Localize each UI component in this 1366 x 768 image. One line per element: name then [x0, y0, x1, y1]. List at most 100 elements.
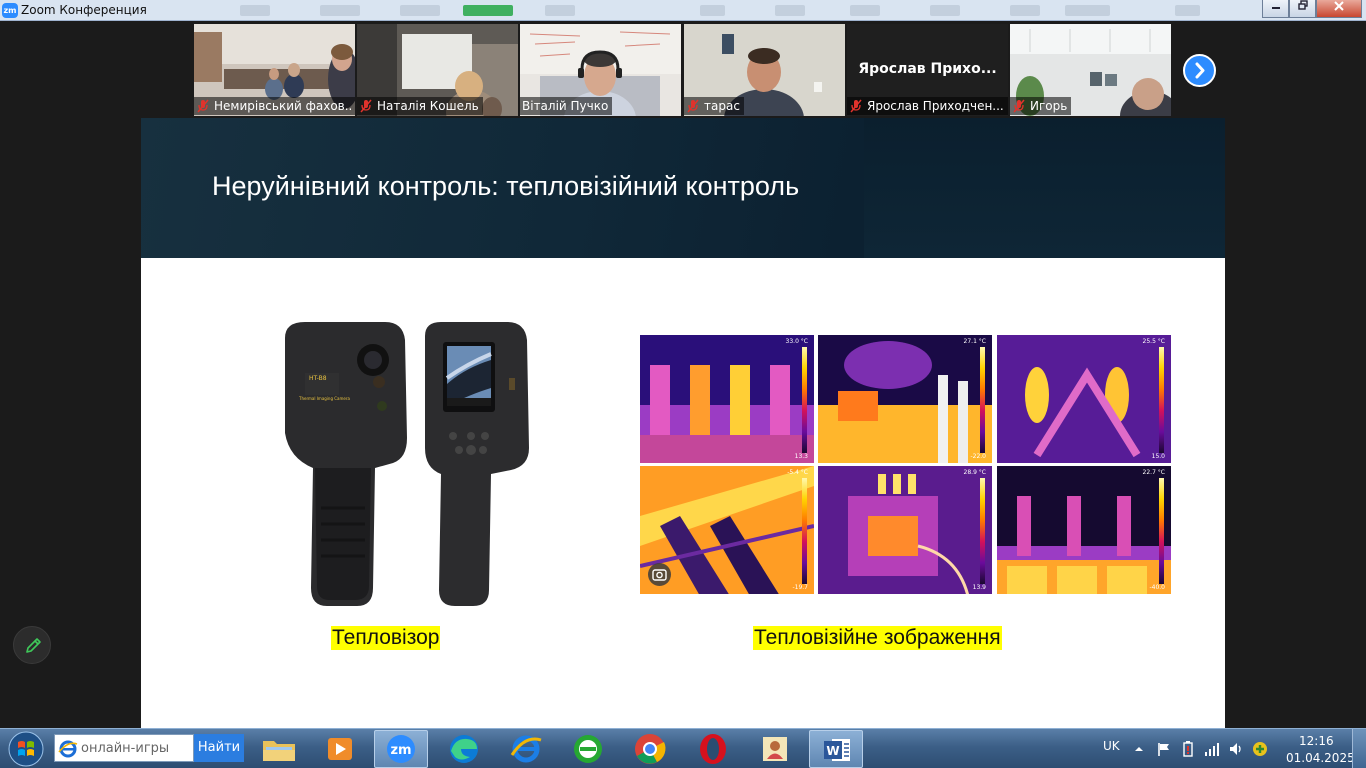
- zoom-taskbar-label: zm: [390, 743, 411, 758]
- show-desktop-button[interactable]: [1352, 729, 1366, 768]
- caption-thermal-image: Тепловізійне зображення: [753, 626, 1002, 650]
- participant-tile[interactable]: тарас: [684, 24, 845, 116]
- network-signal-icon[interactable]: [1204, 741, 1220, 757]
- taskbar-green-browser[interactable]: [561, 730, 615, 768]
- action-center-flag-icon[interactable]: [1156, 741, 1172, 757]
- word-taskbar-label: W: [826, 744, 839, 758]
- caption-thermal-camera: Тепловізор: [331, 626, 441, 650]
- media-player-icon: [328, 738, 352, 760]
- title-bar-item: [545, 5, 575, 16]
- participant-name-bar: Наталія Кошель: [357, 96, 518, 116]
- clock-date[interactable]: 01.04.2025: [1286, 751, 1355, 765]
- chevron-right-icon: [1195, 62, 1205, 79]
- title-bar-item: [1065, 5, 1110, 16]
- thermal-images-grid: 33.0 °C 13.3 27.1 °C -22.0 25.5 °C 15.0 …: [640, 335, 1172, 596]
- temperature-max: -5.4 °C: [787, 469, 808, 476]
- temperature-max: 28.9 °C: [963, 469, 986, 476]
- taskbar-chrome[interactable]: [623, 730, 677, 768]
- participant-tile[interactable]: Немирівський фахов...: [194, 24, 355, 116]
- close-icon: [1334, 1, 1344, 11]
- taskbar-word[interactable]: W: [809, 730, 863, 768]
- title-bar-item: [1175, 5, 1200, 16]
- close-button[interactable]: [1316, 0, 1362, 18]
- participant-tile-active-speaker[interactable]: Віталій Пучко: [520, 24, 681, 116]
- chrome-icon: [635, 734, 666, 764]
- next-page-button[interactable]: [1183, 54, 1216, 87]
- taskbar-explorer[interactable]: [252, 730, 306, 768]
- window-controls: [1262, 0, 1362, 18]
- thermal-camera-image: HT-B8 Thermal Imaging Camera: [285, 322, 529, 606]
- participant-name-bar: Игорь: [1010, 96, 1171, 116]
- pencil-icon: [26, 638, 41, 653]
- windows-taskbar: онлайн-игры Найти zm W UK 12:16 01.04.20…: [0, 728, 1366, 768]
- participant-name-bar: Немирівський фахов...: [194, 96, 355, 116]
- power-warning-icon[interactable]: [1180, 740, 1196, 758]
- search-input[interactable]: онлайн-игры: [81, 741, 169, 756]
- zoom-icon: zm: [387, 735, 415, 763]
- internet-explorer-icon: [510, 735, 542, 763]
- title-bar-item: [1010, 5, 1040, 16]
- title-bar-item: [700, 5, 725, 16]
- participant-name-bar: Ярослав Приходчен...: [847, 96, 1008, 116]
- participant-name-bar: Віталій Пучко: [520, 96, 681, 116]
- folder-icon: [263, 741, 295, 761]
- taskbar-zoom[interactable]: zm: [374, 730, 428, 768]
- taskbar-contacts-app[interactable]: [748, 730, 802, 768]
- shared-screen-slide: Неруйнівний контроль: тепловізійний конт…: [141, 118, 1225, 728]
- restore-button[interactable]: [1289, 0, 1316, 18]
- mic-muted-icon: [687, 99, 699, 113]
- taskbar-internet-explorer[interactable]: [499, 730, 553, 768]
- annotate-button[interactable]: [13, 626, 51, 664]
- show-hidden-icons-icon[interactable]: [1133, 743, 1145, 755]
- window-title-bar: zm Zoom Конференция: [0, 0, 1366, 21]
- temperature-max: 25.5 °C: [1142, 338, 1165, 345]
- contact-card-icon: [763, 737, 787, 761]
- participant-gallery: Немирівський фахов... Наталія Кошель Віт…: [194, 24, 1172, 116]
- taskbar-edge[interactable]: [437, 730, 491, 768]
- temperature-min: 15.0: [1151, 453, 1165, 460]
- input-language-indicator[interactable]: UK: [1103, 739, 1120, 753]
- title-bar-item: [930, 5, 960, 16]
- title-bar-item: [463, 5, 513, 16]
- participant-name-bar: тарас: [684, 96, 845, 116]
- window-title: Zoom Конференция: [21, 3, 147, 17]
- camera-model-label: HT-B8: [309, 375, 327, 382]
- mic-muted-icon: [360, 99, 372, 113]
- title-bar-item: [320, 5, 360, 16]
- start-button[interactable]: [6, 730, 46, 768]
- zoom-app-icon: zm: [2, 3, 18, 18]
- mic-muted-icon: [850, 99, 862, 113]
- title-bar-item: [240, 5, 270, 16]
- mic-muted-icon: [197, 99, 209, 113]
- minimize-icon: [1271, 7, 1280, 9]
- word-icon: W: [824, 739, 850, 761]
- temperature-min: 13.3: [794, 453, 808, 460]
- participant-name: Віталій Пучко: [522, 99, 609, 113]
- zoom-meeting-screen: zm Zoom Конференция Немирівський фахов..…: [0, 0, 1366, 768]
- security-status-icon[interactable]: [1252, 741, 1268, 757]
- internet-explorer-icon: [58, 740, 78, 758]
- thermal-image: 22.7 °C -40.0: [997, 466, 1171, 594]
- camera-brand-label: Thermal Imaging Camera: [298, 396, 351, 401]
- participant-tile[interactable]: Наталія Кошель: [357, 24, 518, 116]
- green-browser-icon: [574, 735, 602, 763]
- volume-icon[interactable]: [1228, 741, 1244, 757]
- clock-time[interactable]: 12:16: [1299, 734, 1334, 748]
- title-bar-item: [400, 5, 440, 16]
- slide-header: Неруйнівний контроль: тепловізійний конт…: [141, 118, 1225, 258]
- search-button[interactable]: Найти: [194, 734, 244, 762]
- temperature-max: 22.7 °C: [1142, 469, 1165, 476]
- title-bar-item: [775, 5, 805, 16]
- thermal-image: 27.1 °C -22.0: [818, 335, 992, 463]
- participant-tile-video-off[interactable]: Ярослав Прихо... Ярослав Приходчен...: [847, 24, 1008, 116]
- minimize-button[interactable]: [1262, 0, 1289, 18]
- temperature-min: -19.7: [792, 584, 808, 591]
- temperature-max: 33.0 °C: [785, 338, 808, 345]
- web-search-box[interactable]: онлайн-игры: [54, 734, 194, 762]
- participant-tile[interactable]: Игорь: [1010, 24, 1171, 116]
- visual-search-button[interactable]: [648, 563, 671, 586]
- thermal-image: 33.0 °C 13.3: [640, 335, 814, 463]
- taskbar-opera[interactable]: [686, 730, 740, 768]
- taskbar-media-player[interactable]: [313, 730, 367, 768]
- temperature-max: 27.1 °C: [963, 338, 986, 345]
